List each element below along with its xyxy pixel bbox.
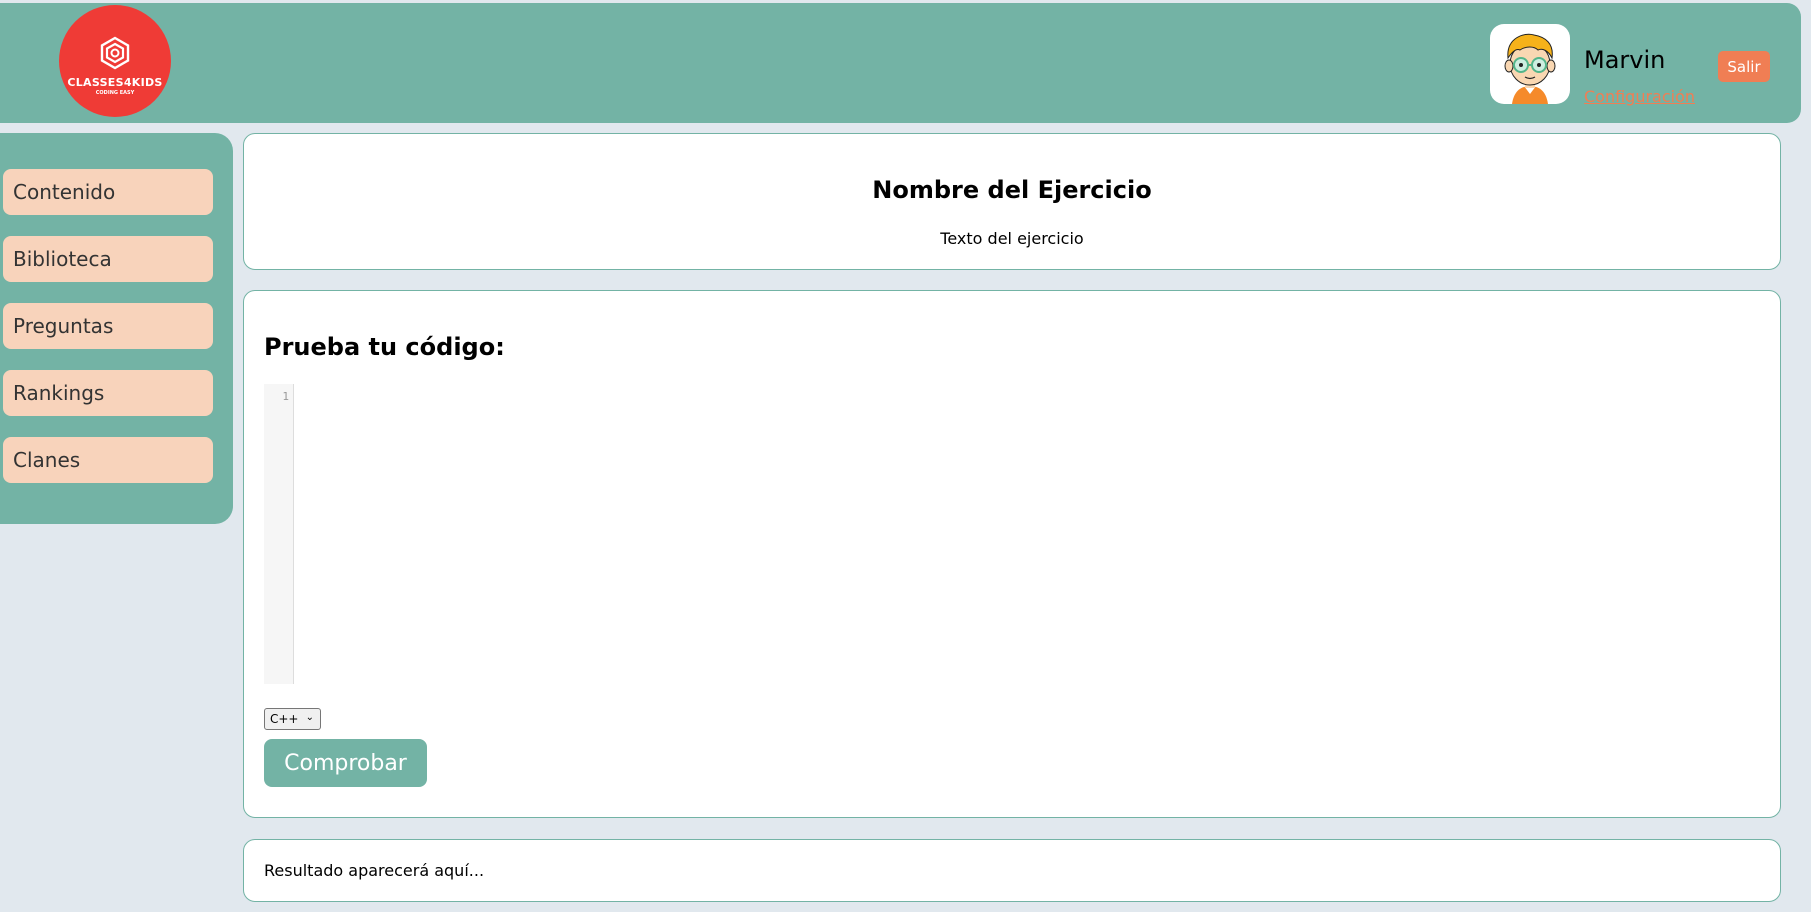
line-number: 1 (282, 390, 289, 403)
chevron-down-icon: ⌄ (305, 712, 314, 723)
result-card: Resultado aparecerá aquí... (243, 839, 1781, 902)
language-select[interactable]: C++ ⌄ (264, 708, 321, 730)
sidebar-item-preguntas[interactable]: Preguntas (3, 303, 213, 349)
code-card: Prueba tu código: 1 C++ ⌄ Comprobar (243, 290, 1781, 818)
exercise-card: Nombre del Ejercicio Texto del ejercicio (243, 133, 1781, 270)
code-heading: Prueba tu código: (264, 333, 505, 361)
top-header: CLASSES4KIDS CODING EASY Marvin Configur… (0, 3, 1801, 123)
exercise-title: Nombre del Ejercicio (872, 176, 1152, 204)
code-editor[interactable]: 1 (264, 384, 1760, 684)
logout-button[interactable]: Salir (1718, 51, 1770, 82)
sidebar-item-clanes[interactable]: Clanes (3, 437, 213, 483)
user-avatar[interactable] (1490, 24, 1570, 104)
sidebar-item-contenido[interactable]: Contenido (3, 169, 213, 215)
sidebar-nav: Contenido Biblioteca Preguntas Rankings … (0, 133, 233, 524)
language-selected-value: C++ (270, 712, 299, 726)
user-name: Marvin (1584, 46, 1666, 74)
page: CLASSES4KIDS CODING EASY Marvin Configur… (0, 0, 1811, 912)
boy-with-glasses-icon (1504, 33, 1556, 104)
sidebar-item-rankings[interactable]: Rankings (3, 370, 213, 416)
logo-tagline: CODING EASY (95, 90, 135, 96)
settings-link[interactable]: Configuración (1584, 87, 1695, 106)
sidebar-item-biblioteca[interactable]: Biblioteca (3, 236, 213, 282)
brand-logo[interactable]: CLASSES4KIDS CODING EASY (59, 5, 171, 117)
hexagon-logo-icon (100, 36, 130, 70)
result-text: Resultado aparecerá aquí... (264, 861, 485, 880)
editor-gutter: 1 (264, 384, 294, 684)
logo-wordmark: CLASSES4KIDS (67, 76, 163, 89)
check-code-button[interactable]: Comprobar (264, 739, 427, 787)
exercise-text: Texto del ejercicio (940, 229, 1084, 248)
